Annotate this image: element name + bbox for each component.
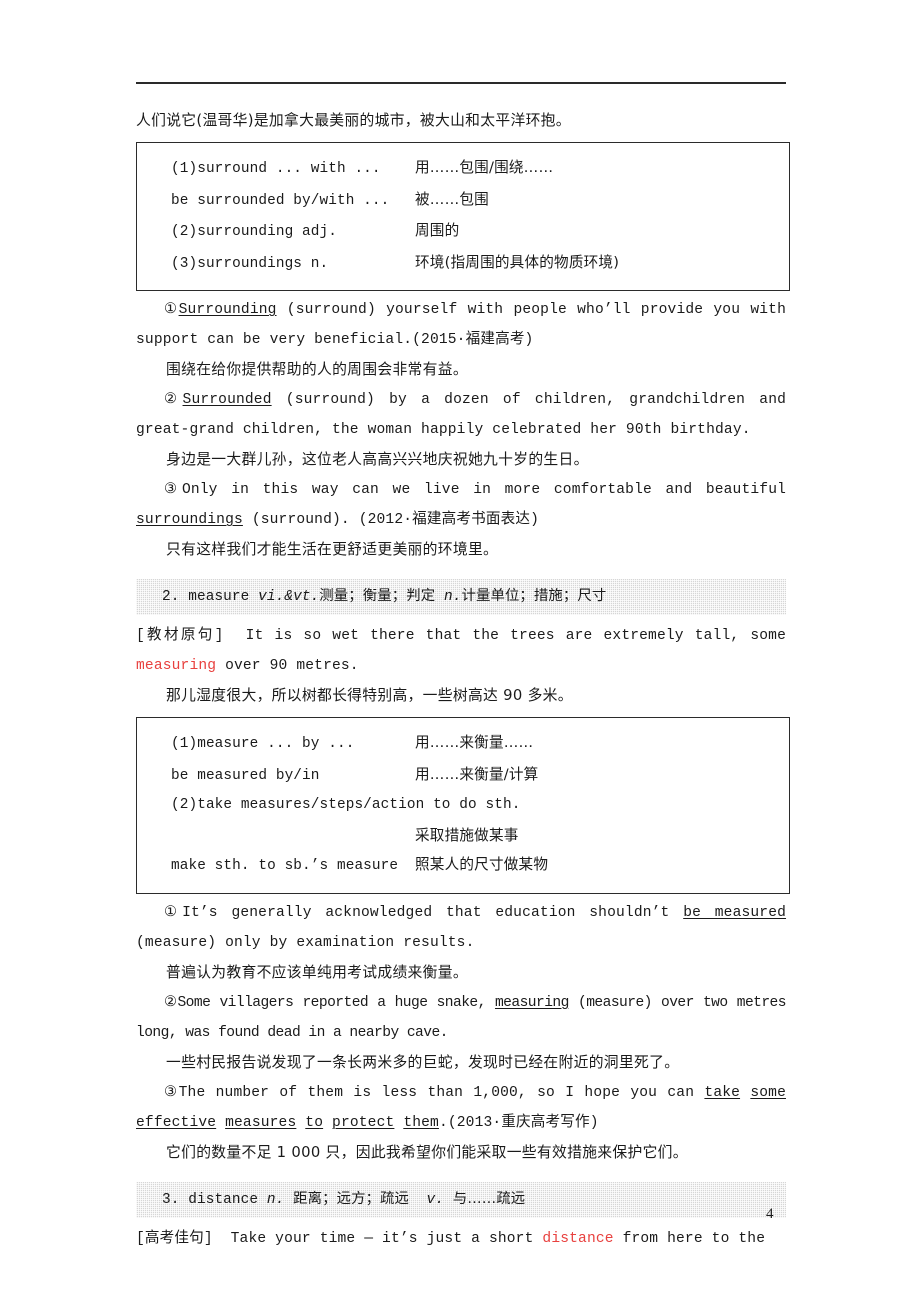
entry-pos-secondary: v. xyxy=(426,1191,445,1208)
example-sentence: ③Only in this way can we live in more co… xyxy=(136,475,786,535)
example-body: (surround). (2012·福建高考书面表达) xyxy=(242,512,540,528)
phrase-en: (1)surround ... with ... xyxy=(171,161,381,177)
phrase-cn: 采取措施做某事 xyxy=(415,826,519,844)
textbook-sentence: [教材原句] It is so wet there that the trees… xyxy=(136,621,786,681)
entry-number: 3. xyxy=(162,1191,180,1208)
textbook-sentence: [高考佳句] Take your time — it’s just a shor… xyxy=(136,1224,786,1254)
entry-pos: n. xyxy=(266,1191,285,1208)
example-translation: 只有这样我们才能生活在更舒适更美丽的环境里。 xyxy=(166,541,499,558)
textbook-body-before: Take your time — it’s just a short xyxy=(230,1230,543,1247)
example-marker: ① xyxy=(164,904,183,921)
example-sentence: ③The number of them is less than 1,000, … xyxy=(136,1078,786,1138)
page-content: 人们说它(温哥华)是加拿大最美丽的城市，被大山和太平洋环抱。 (1)surrou… xyxy=(136,82,790,1254)
phrase-cn: 被……包围 xyxy=(415,190,489,208)
textbook-translation: 那儿湿度很大，所以树都长得特别高，一些树高达 90 多米。 xyxy=(166,687,573,704)
example-marker: ③ xyxy=(164,482,182,498)
example-sentence: ①Surrounding (surround) yourself with pe… xyxy=(136,295,786,355)
table-row: be measured by/in 用……来衡量/计算 xyxy=(137,760,789,792)
phrase-en: (1)measure ... by ... xyxy=(171,736,355,752)
document-page: 人们说它(温哥华)是加拿大最美丽的城市，被大山和太平洋环抱。 (1)surrou… xyxy=(0,0,920,1302)
example-body-before: It’s generally acknowledged that educati… xyxy=(182,904,684,921)
example-body-before: Only in this way can we live in more com… xyxy=(181,482,787,498)
measure-phrase-table: (1)measure ... by ... 用……来衡量…… be measur… xyxy=(136,717,790,894)
example-answer: measuring xyxy=(494,994,569,1011)
entry-definition: 距离；远方；疏远 xyxy=(293,1190,410,1207)
entry-heading-distance: 3. distance n. 距离；远方；疏远 v. 与……疏远 xyxy=(136,1182,786,1218)
example-sentence: ②Some villagers reported a huge snake, m… xyxy=(136,988,787,1048)
example-answer: Surrounding xyxy=(178,302,277,318)
phrase-en: make sth. to sb.’s measure xyxy=(171,858,399,874)
phrase-cn: 用……来衡量/计算 xyxy=(415,765,539,783)
example-body-before: Some villagers reported a huge snake, xyxy=(177,994,495,1011)
phrase-en: be measured by/in xyxy=(171,767,320,784)
entry-number: 2. xyxy=(162,589,180,605)
example-sentence: ②Surrounded (surround) by a dozen of chi… xyxy=(136,385,786,445)
phrase-en: (3)surroundings n. xyxy=(137,250,415,280)
example-marker: ③ xyxy=(164,1084,179,1101)
example-answer-word: protect xyxy=(332,1114,395,1131)
entry-definition: 测量；衡量；判定 xyxy=(319,588,436,604)
example-answer-word: some xyxy=(750,1084,786,1101)
example-marker: ① xyxy=(164,302,179,318)
phrase-en-text: (2)surrounding adj. xyxy=(171,224,337,240)
entry-definition-secondary: 计量单位；措施；尺寸 xyxy=(461,588,607,604)
example-body: .(2013·重庆高考写作) xyxy=(438,1114,599,1131)
phrase-cn: 用……来衡量…… xyxy=(415,734,534,751)
header-rule xyxy=(136,82,786,84)
surround-translation-line: 人们说它(温哥华)是加拿大最美丽的城市，被大山和太平洋环抱。 xyxy=(136,112,571,129)
example-marker: ② xyxy=(164,392,183,408)
table-row: (1)measure ... by ... 用……来衡量…… xyxy=(137,728,789,760)
page-number: 4 xyxy=(766,1206,774,1222)
example-answer-word: to xyxy=(305,1114,324,1131)
phrase-en: (2)surrounding adj. xyxy=(137,218,415,248)
entry-definition-secondary: 与……疏远 xyxy=(452,1190,526,1207)
table-row: make sth. to sb.’s measure 照某人的尺寸做某物 xyxy=(137,850,789,882)
example-answer-word: measures xyxy=(225,1114,297,1131)
phrase-en: be surrounded by/with ... xyxy=(171,192,390,209)
entry-word: measure xyxy=(188,589,250,605)
surround-phrase-table: (1)surround ... with ... 用……包围/围绕…… be s… xyxy=(136,142,790,291)
example-translation: 普遍认为教育不应该单纯用考试成绩来衡量。 xyxy=(166,963,468,981)
example-sentence: ①It’s generally acknowledged that educat… xyxy=(136,898,786,958)
table-row: be surrounded by/with ... 被……包围 xyxy=(137,185,789,217)
example-answer: be measured xyxy=(683,904,787,921)
table-row: (3)surroundings n. 环境(指周围的具体的物质环境) xyxy=(137,248,789,280)
entry-pos: vi.&vt. xyxy=(258,589,320,605)
table-row: (2)take measures/steps/action to do sth. xyxy=(137,791,789,821)
phrase-en-text: (3)surroundings n. xyxy=(171,255,329,272)
phrase-en: (2)take measures/steps/action to do sth. xyxy=(171,797,521,813)
phrase-cn: 环境(指周围的具体的物质环境) xyxy=(415,253,620,271)
textbook-highlight: measuring xyxy=(136,658,217,674)
example-translation: 围绕在给你提供帮助的人的周围会非常有益。 xyxy=(166,361,468,378)
phrase-cn: 用……包围/围绕…… xyxy=(415,159,554,176)
example-answer-word: take xyxy=(704,1084,741,1101)
phrase-cn: 周围的 xyxy=(415,222,460,239)
textbook-tag: [教材原句] xyxy=(136,628,224,644)
table-row: (1)surround ... with ... 用……包围/围绕…… xyxy=(137,153,789,185)
example-answer: Surrounded xyxy=(182,392,272,408)
example-body-before: The number of them is less than 1,000, s… xyxy=(178,1084,705,1101)
example-translation: 身边是一大群儿孙，这位老人高高兴兴地庆祝她九十岁的生日。 xyxy=(166,451,589,468)
example-answer: surroundings xyxy=(136,512,243,528)
example-marker: ② xyxy=(164,994,178,1011)
textbook-highlight: distance xyxy=(542,1230,614,1247)
textbook-body-after: over 90 metres. xyxy=(216,658,359,674)
entry-pos-secondary: n. xyxy=(443,589,462,605)
example-answer-word: them xyxy=(403,1114,439,1131)
textbook-body-before: It is so wet there that the trees are ex… xyxy=(245,628,786,644)
table-row: 采取措施做某事 xyxy=(137,821,789,851)
example-translation: 一些村民报告说发现了一条长两米多的巨蛇，发现时已经在附近的洞里死了。 xyxy=(166,1053,680,1071)
entry-word: distance xyxy=(188,1191,259,1208)
phrase-cn: 照某人的尺寸做某物 xyxy=(415,856,549,873)
example-body: (measure) only by examination results. xyxy=(136,934,475,951)
example-answer-word: effective xyxy=(136,1114,217,1131)
entry-heading-measure: 2. measure vi.&vt.测量；衡量；判定 n.计量单位；措施；尺寸 xyxy=(136,579,786,615)
textbook-body-after: from here to the xyxy=(613,1230,766,1247)
textbook-tag: [高考佳句] xyxy=(136,1230,213,1247)
example-translation: 它们的数量不足 1 000 只，因此我希望你们能采取一些有效措施来保护它们。 xyxy=(166,1143,688,1161)
table-row: (2)surrounding adj. 周围的 xyxy=(137,216,789,248)
